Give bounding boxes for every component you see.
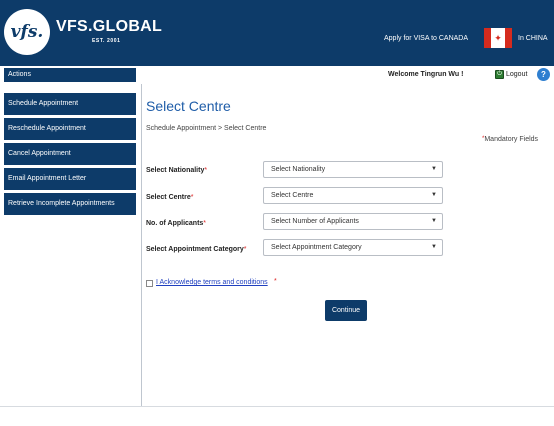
sidebar-item-cancel-appointment[interactable]: Cancel Appointment — [4, 143, 136, 165]
page-title: Select Centre — [146, 98, 231, 114]
applicants-select-value: Select Number of Applicants — [271, 218, 359, 225]
site-header: vfs. VFS.GLOBAL EST. 2001 Apply for VISA… — [0, 0, 554, 66]
required-star: * — [190, 194, 194, 201]
appointment-category-label: Select Appointment Category* — [146, 246, 247, 253]
applicants-label-text: No. of Applicants — [146, 220, 204, 227]
sidebar-item-reschedule-appointment[interactable]: Reschedule Appointment — [4, 118, 136, 140]
required-star: * — [243, 246, 247, 253]
sidebar-item-retrieve-incomplete[interactable]: Retrieve Incomplete Appointments — [4, 193, 136, 215]
dropdown-arrow-icon: ▼ — [431, 192, 437, 198]
breadcrumb: Schedule Appointment > Select Centre — [146, 125, 267, 132]
help-icon[interactable]: ? — [537, 68, 550, 81]
footer-divider — [0, 406, 554, 407]
brand-name: VFS.GLOBAL — [56, 18, 163, 35]
country-text: In CHINA — [518, 35, 548, 42]
welcome-text: Welcome Tingrun Wu ! — [388, 71, 464, 78]
appointment-category-label-text: Select Appointment Category — [146, 246, 244, 253]
sidebar-divider — [141, 84, 142, 406]
nationality-select[interactable]: Select Nationality ▼ — [263, 161, 443, 178]
nationality-select-value: Select Nationality — [271, 166, 326, 173]
required-star: * — [274, 278, 277, 285]
centre-label: Select Centre* — [146, 194, 193, 201]
apply-visa-text: Apply for VISA to CANADA — [384, 35, 469, 42]
mandatory-fields-note: *Mandatory Fields — [482, 136, 538, 143]
actions-header: Actions — [4, 68, 136, 82]
dropdown-arrow-icon: ▼ — [431, 218, 437, 224]
terms-link[interactable]: I Acknowledge terms and conditions — [156, 279, 268, 286]
centre-select-value: Select Centre — [271, 192, 314, 199]
appointment-category-select[interactable]: Select Appointment Category ▼ — [263, 239, 443, 256]
logout-link[interactable]: Logout — [506, 71, 527, 78]
sidebar-item-schedule-appointment[interactable]: Schedule Appointment — [4, 93, 136, 115]
vfs-logo[interactable]: vfs. — [4, 9, 50, 55]
nationality-label-text: Select Nationality — [146, 167, 205, 174]
applicants-select[interactable]: Select Number of Applicants ▼ — [263, 213, 443, 230]
logo-text: vfs. — [10, 22, 44, 42]
appointment-category-select-value: Select Appointment Category — [271, 244, 362, 251]
dropdown-arrow-icon: ▼ — [431, 166, 437, 172]
sidebar-item-email-appointment-letter[interactable]: Email Appointment Letter — [4, 168, 136, 190]
acknowledge-checkbox[interactable] — [146, 280, 153, 287]
mandatory-fields-label: Mandatory Fields — [484, 136, 539, 143]
centre-label-text: Select Centre — [146, 194, 191, 201]
centre-select[interactable]: Select Centre ▼ — [263, 187, 443, 204]
nationality-label: Select Nationality* — [146, 167, 207, 174]
required-star: * — [204, 167, 208, 174]
logout-icon[interactable]: ⏻ — [495, 70, 504, 79]
sidebar-menu: Schedule Appointment Reschedule Appointm… — [4, 93, 136, 218]
continue-button[interactable]: Continue — [325, 300, 367, 321]
canada-flag-icon: ✦ — [484, 28, 512, 48]
brand-established: EST. 2001 — [92, 38, 121, 44]
required-star: * — [203, 220, 207, 227]
dropdown-arrow-icon: ▼ — [431, 244, 437, 250]
applicants-label: No. of Applicants* — [146, 220, 206, 227]
